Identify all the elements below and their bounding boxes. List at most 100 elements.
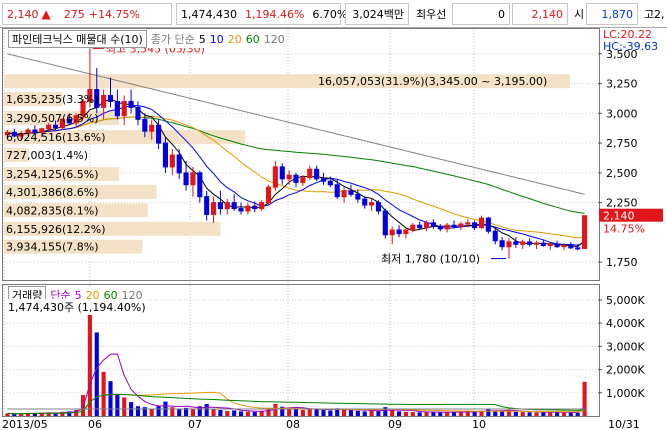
volume-bar bbox=[245, 411, 250, 416]
volume-bar bbox=[149, 409, 154, 416]
candle-body bbox=[286, 174, 292, 180]
pref-value-cell: 0 bbox=[452, 3, 510, 25]
x-tick-label: 07 bbox=[188, 418, 202, 430]
volume-bar bbox=[225, 410, 230, 416]
volume-bar bbox=[342, 409, 347, 416]
candle-body bbox=[176, 154, 182, 174]
volume-bar bbox=[520, 412, 525, 416]
volume-profile-label: 4,301,386(8.6%) bbox=[6, 186, 99, 199]
volume-bar bbox=[135, 406, 141, 416]
volume-bar bbox=[321, 409, 326, 416]
candle-body bbox=[238, 208, 244, 212]
volume-bar bbox=[424, 411, 429, 416]
change-pct: +14.75% bbox=[88, 7, 140, 21]
candle-body bbox=[46, 124, 52, 130]
volume-tick-label: 1,000K bbox=[606, 387, 645, 400]
last-price-cell: 2,140 bbox=[512, 3, 568, 25]
volume-tick-label: 3,000K bbox=[606, 340, 645, 353]
candle-body bbox=[362, 198, 368, 206]
candle-body bbox=[128, 100, 134, 108]
volume-bar bbox=[355, 410, 360, 416]
candle-body bbox=[355, 193, 361, 200]
amount-value: 3,024백만 bbox=[352, 8, 404, 21]
candle-body bbox=[114, 100, 120, 117]
volume-bar bbox=[410, 412, 415, 416]
stock-name-label[interactable]: 파인테크닉스 매물대 수(10) bbox=[8, 30, 147, 48]
candle-body bbox=[334, 184, 340, 198]
volume-bar bbox=[561, 412, 567, 416]
volume-bar bbox=[328, 410, 333, 416]
volume-bar bbox=[568, 412, 573, 416]
candle-body bbox=[568, 244, 574, 249]
candle-body bbox=[348, 190, 354, 195]
volume-bar bbox=[293, 409, 299, 416]
candle-body bbox=[389, 229, 395, 236]
volume-bar bbox=[431, 412, 436, 416]
volume-bar bbox=[232, 410, 237, 416]
candle-body bbox=[369, 202, 375, 206]
volume-bar bbox=[94, 332, 99, 416]
volume-profile-label: 727,003(1.4%) bbox=[6, 149, 88, 162]
volume-bar bbox=[513, 411, 518, 416]
pref-value: 0 bbox=[498, 7, 505, 21]
candle-body bbox=[492, 230, 498, 242]
candle-body bbox=[52, 124, 59, 129]
high-value: 2, bbox=[654, 7, 665, 21]
candle-body bbox=[156, 124, 162, 144]
candle-body bbox=[396, 229, 402, 235]
candle-body bbox=[458, 223, 464, 227]
volume-profile-label: 6,024,516(13.6%) bbox=[6, 131, 106, 144]
volume-bar bbox=[575, 412, 580, 416]
volume-bar bbox=[555, 412, 560, 416]
candle-body bbox=[265, 186, 272, 204]
volume-bar bbox=[259, 411, 264, 416]
volume-profile-label: 3,290,507(6.5%) bbox=[6, 112, 99, 125]
candle-body bbox=[423, 222, 430, 229]
candle-body bbox=[478, 217, 485, 229]
volume-bar bbox=[314, 409, 319, 416]
candle-body bbox=[231, 202, 237, 210]
current-price-label: 2,140 bbox=[603, 210, 635, 223]
volume-bar bbox=[541, 412, 546, 416]
up-arrow-icon: ▲ bbox=[41, 7, 51, 21]
price-tick-label: 1,750 bbox=[606, 256, 638, 269]
candle-body bbox=[513, 241, 519, 245]
candle-body bbox=[135, 106, 141, 120]
candle-body bbox=[307, 168, 313, 179]
last-price: 2,140 bbox=[531, 7, 564, 21]
candle-body bbox=[341, 190, 347, 198]
current-pct-label: 14.75% bbox=[603, 223, 645, 236]
candle-body bbox=[533, 242, 540, 245]
volume-bar bbox=[238, 411, 244, 416]
price-tick-label: 3,000 bbox=[606, 107, 638, 120]
volume-bar bbox=[369, 410, 374, 416]
volume-bar bbox=[396, 411, 402, 416]
price-change-cell: 2,140 ▲ 275 +14.75% bbox=[2, 3, 172, 25]
candle-body bbox=[245, 205, 251, 212]
volume-bar bbox=[548, 412, 553, 416]
volume-bar bbox=[534, 412, 539, 416]
ma5-label: 5 bbox=[198, 32, 206, 46]
candle-body bbox=[582, 215, 588, 249]
volume-profile-label: 16,057,053(31.9%)(3,345.00 ~ 3,195.00) bbox=[318, 75, 547, 88]
volume-profile-label: 1,635,235(3.3%) bbox=[6, 93, 99, 106]
volume-bar bbox=[218, 409, 223, 416]
volume-pct: 1,194.46% bbox=[244, 7, 305, 21]
volume-bar bbox=[211, 409, 216, 416]
candle-body bbox=[430, 222, 436, 227]
candle-body bbox=[162, 142, 169, 168]
candle-body bbox=[272, 166, 278, 188]
candle-body bbox=[554, 243, 560, 248]
volume-profile-label: 4,082,835(8.1%) bbox=[6, 204, 99, 217]
candle-body bbox=[506, 241, 512, 248]
candle-body bbox=[547, 243, 553, 246]
candle-body bbox=[485, 217, 491, 232]
x-tick-label: 10 bbox=[472, 418, 486, 430]
turnover-pct: 6.70% bbox=[312, 7, 348, 21]
volume-tick-label: 4,000K bbox=[606, 317, 645, 330]
volume-bar bbox=[287, 409, 292, 416]
price-tick-label: 2,250 bbox=[606, 197, 638, 210]
volume-bar bbox=[204, 403, 209, 416]
volume-bar bbox=[53, 413, 58, 416]
amount-cell: 3,024백만 bbox=[345, 3, 409, 25]
